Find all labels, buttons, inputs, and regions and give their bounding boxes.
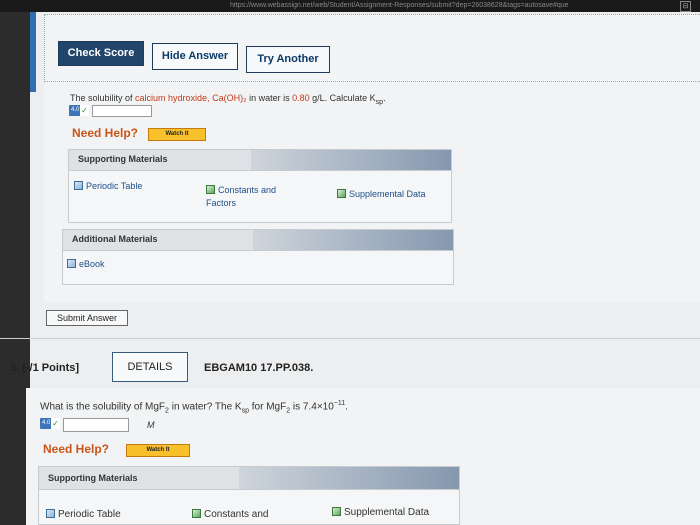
book-icon: [67, 259, 76, 268]
url-text[interactable]: https://www.webassign.net/web/Student/As…: [230, 0, 569, 12]
check-score-button[interactable]: Check Score: [58, 41, 144, 66]
q4-supporting-materials-header: Supporting Materials: [68, 149, 452, 171]
document-icon: [332, 507, 341, 516]
q5-answer-input[interactable]: [63, 418, 129, 432]
q4-ebook-link[interactable]: eBook: [67, 258, 105, 271]
table-icon: [46, 509, 55, 518]
left-accent-bar: [30, 12, 36, 92]
q4-periodic-table-link[interactable]: Periodic Table: [74, 180, 142, 193]
q5-supplemental-data-link[interactable]: Supplemental Data: [332, 506, 429, 519]
check-icon: ✓: [51, 418, 60, 429]
question-divider: [0, 338, 700, 339]
check-icon: ✓: [80, 105, 89, 116]
q4-value: 0.80: [292, 93, 310, 103]
try-another-button[interactable]: Try Another: [246, 46, 330, 73]
q4-need-help: Need Help?: [72, 126, 139, 140]
hide-answer-button[interactable]: Hide Answer: [152, 43, 238, 70]
q5-unit: M: [147, 420, 155, 430]
q5-supporting-materials-header: Supporting Materials: [38, 466, 460, 490]
q5-problem-code: EBGAM10 17.PP.038.: [204, 362, 314, 374]
q4-supplemental-data-link[interactable]: Supplemental Data: [337, 188, 426, 201]
q4-answer-input[interactable]: [92, 105, 152, 117]
q4-status-badge: 4.0 ✓: [69, 105, 89, 116]
q5-details-button[interactable]: DETAILS: [112, 352, 188, 382]
q5-question-text: What is the solubility of MgF2 in water?…: [40, 400, 348, 415]
q4-question-text: The solubility of calcium hydroxide, Ca(…: [70, 93, 386, 106]
table-icon: [74, 181, 83, 190]
q5-constants-link[interactable]: Constants and: [192, 508, 269, 521]
tab-icon[interactable]: ⊟: [680, 1, 691, 12]
q4-submit-answer-button[interactable]: Submit Answer: [46, 310, 128, 326]
q5-periodic-table-link[interactable]: Periodic Table: [46, 508, 121, 521]
q4-constants-factors-link[interactable]: Constants and Factors: [206, 184, 306, 210]
q4-additional-materials-header: Additional Materials: [62, 229, 454, 251]
q5-number: 5. [-/1 Points]: [10, 362, 80, 374]
q5-need-help: Need Help?: [43, 442, 110, 456]
document-icon: [206, 185, 215, 194]
q5-watch-it-button[interactable]: Watch It: [126, 444, 190, 457]
document-icon: [337, 189, 346, 198]
q5-status-badge: 4.0 ✓: [40, 418, 60, 429]
document-icon: [192, 509, 201, 518]
browser-bar: https://www.webassign.net/web/Student/As…: [0, 0, 700, 12]
q4-compound: calcium hydroxide, Ca(OH)₂: [135, 93, 247, 103]
q4-watch-it-button[interactable]: Watch It: [148, 128, 206, 141]
q4-additional-materials-body: [62, 251, 454, 285]
